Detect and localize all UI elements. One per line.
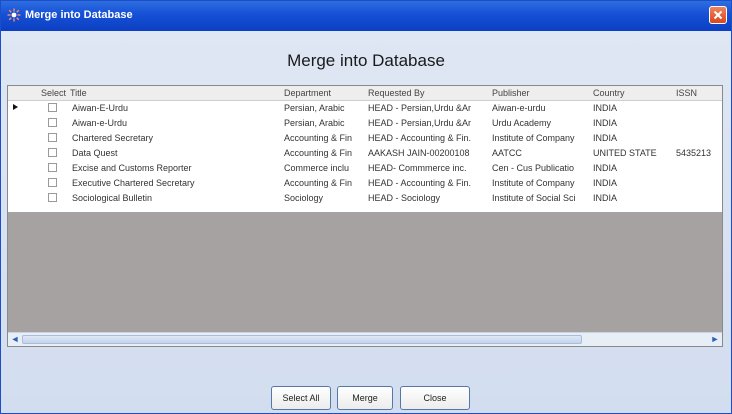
cell-title: Aiwan-e-Urdu — [72, 118, 128, 128]
column-header-title[interactable]: Title — [70, 88, 87, 98]
cell-title: Excise and Customs Reporter — [72, 163, 192, 173]
cell-country: INDIA — [593, 178, 618, 188]
scroll-left-icon[interactable]: ◄ — [9, 334, 21, 345]
cell-title: Sociological Bulletin — [72, 193, 153, 203]
cell-title: Aiwan-E-Urdu — [72, 103, 129, 113]
column-header-issn[interactable]: ISSN — [676, 88, 697, 98]
cell-requested-by: HEAD - Persian,Urdu &Ar — [368, 103, 472, 113]
scroll-thumb[interactable] — [22, 335, 582, 344]
close-icon — [713, 10, 723, 20]
current-row-arrow-icon — [13, 104, 18, 110]
cell-requested-by: HEAD - Persian,Urdu &Ar — [368, 118, 472, 128]
cell-publisher: Cen - Cus Publicatio — [492, 163, 575, 173]
table-row[interactable]: Aiwan-e-Urdu Persian, Arabic HEAD - Pers… — [34, 118, 722, 129]
cell-publisher: Institute of Social Sci — [492, 193, 576, 203]
cell-department: Sociology — [284, 193, 324, 203]
cell-title: Chartered Secretary — [72, 133, 154, 143]
select-checkbox[interactable] — [48, 163, 57, 172]
cell-requested-by: AAKASH JAIN-00200108 — [368, 148, 470, 158]
grid-header: Select Title Department Requested By Pub… — [8, 86, 722, 101]
cell-publisher: Aiwan-e-urdu — [492, 103, 546, 113]
cell-title: Executive Chartered Secretary — [72, 178, 195, 188]
cell-publisher: Institute of Company — [492, 133, 575, 143]
cell-country: INDIA — [593, 103, 618, 113]
cell-department: Persian, Arabic — [284, 103, 345, 113]
cell-department: Accounting & Fin — [284, 178, 353, 188]
select-checkbox[interactable] — [48, 118, 57, 127]
cell-department: Accounting & Fin — [284, 133, 353, 143]
cell-country: INDIA — [593, 133, 618, 143]
close-button[interactable]: Close — [400, 386, 470, 410]
window-title: Merge into Database — [25, 9, 133, 21]
app-icon — [7, 8, 21, 22]
merge-button[interactable]: Merge — [337, 386, 393, 410]
cell-department: Persian, Arabic — [284, 118, 345, 128]
select-checkbox[interactable] — [48, 193, 57, 202]
cell-department: Accounting & Fin — [284, 148, 353, 158]
column-header-country[interactable]: Country — [593, 88, 625, 98]
cell-requested-by: HEAD - Sociology — [368, 193, 441, 203]
cell-requested-by: HEAD - Accounting & Fin. — [368, 178, 472, 188]
grid-rows: Aiwan-E-Urdu Persian, Arabic HEAD - Pers… — [34, 101, 722, 212]
table-row[interactable]: Excise and Customs Reporter Commerce inc… — [34, 163, 722, 174]
cell-title: Data Quest — [72, 148, 118, 158]
horizontal-scrollbar[interactable]: ◄ ► — [8, 332, 722, 346]
column-header-requested-by[interactable]: Requested By — [368, 88, 425, 98]
select-all-button[interactable]: Select All — [271, 386, 331, 410]
column-header-department[interactable]: Department — [284, 88, 331, 98]
table-row[interactable]: Sociological Bulletin Sociology HEAD - S… — [34, 193, 722, 204]
select-checkbox[interactable] — [48, 178, 57, 187]
journal-grid: Select Title Department Requested By Pub… — [7, 85, 723, 347]
cell-country: INDIA — [593, 118, 618, 128]
cell-country: INDIA — [593, 163, 618, 173]
cell-publisher: AATCC — [492, 148, 522, 158]
table-row[interactable]: Data Quest Accounting & Fin AAKASH JAIN-… — [34, 148, 722, 159]
select-checkbox[interactable] — [48, 103, 57, 112]
cell-publisher: Urdu Academy — [492, 118, 552, 128]
column-header-select[interactable]: Select — [41, 88, 66, 98]
table-row[interactable]: Executive Chartered Secretary Accounting… — [34, 178, 722, 189]
select-checkbox[interactable] — [48, 133, 57, 142]
title-bar[interactable]: Merge into Database — [1, 1, 731, 31]
cell-requested-by: HEAD - Accounting & Fin. — [368, 133, 472, 143]
close-window-button[interactable] — [709, 6, 727, 24]
merge-dialog-window: Merge into Database Merge into Database … — [0, 0, 732, 414]
select-checkbox[interactable] — [48, 148, 57, 157]
scroll-right-icon[interactable]: ► — [709, 334, 721, 345]
cell-country: UNITED STATE — [593, 148, 657, 158]
cell-publisher: Institute of Company — [492, 178, 575, 188]
cell-department: Commerce inclu — [284, 163, 350, 173]
table-row[interactable]: Aiwan-E-Urdu Persian, Arabic HEAD - Pers… — [34, 103, 722, 114]
table-row[interactable]: Chartered Secretary Accounting & Fin HEA… — [34, 133, 722, 144]
cell-country: INDIA — [593, 193, 618, 203]
dialog-heading: Merge into Database — [287, 51, 445, 70]
cell-requested-by: HEAD- Commmerce inc. — [368, 163, 467, 173]
cell-issn: 5435213 — [676, 148, 712, 158]
column-header-publisher[interactable]: Publisher — [492, 88, 530, 98]
row-selector-column — [8, 101, 34, 212]
